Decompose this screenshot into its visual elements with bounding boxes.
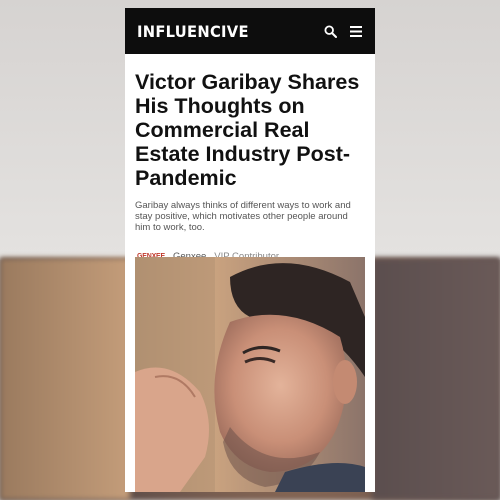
- menu-icon[interactable]: [349, 24, 363, 38]
- site-logo[interactable]: INFLUENCIVE: [137, 22, 249, 41]
- article-card: INFLUENCIVE Victor Garibay Shares His Th…: [125, 8, 375, 492]
- article-hero-image[interactable]: [135, 257, 365, 492]
- site-header: INFLUENCIVE: [125, 8, 375, 54]
- article-headline[interactable]: Victor Garibay Shares His Thoughts on Co…: [135, 70, 365, 190]
- background-photo-left: [0, 258, 130, 500]
- background-photo-right: [372, 258, 500, 500]
- header-icons: [323, 24, 363, 38]
- search-icon[interactable]: [323, 24, 337, 38]
- article-excerpt: Garibay always thinks of different ways …: [135, 200, 351, 233]
